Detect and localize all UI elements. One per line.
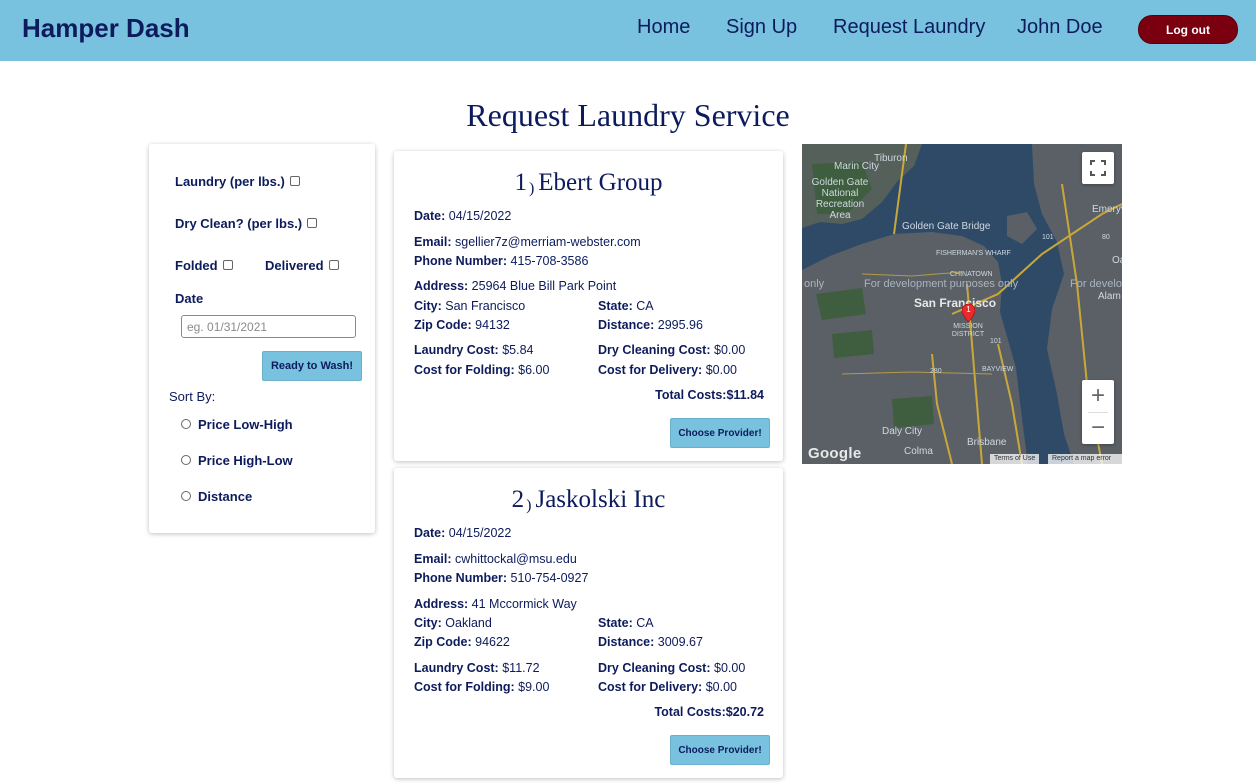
provider-delivery-cost: Cost for Delivery: $0.00 (598, 680, 737, 694)
map-dev-watermark: For development purposes only (864, 278, 1019, 290)
map-place-label: FISHERMAN'S WHARF (936, 250, 1011, 257)
map-dev-watermark: For develo (1070, 278, 1122, 290)
map-place-label: Oa (1112, 255, 1122, 266)
map-place-label: Marin City (834, 161, 880, 172)
nav-sign-up[interactable]: Sign Up (726, 16, 797, 39)
sort-price-low-high-label: Price Low-High (198, 417, 293, 432)
provider-state: State: CA (598, 616, 654, 630)
provider-folding-cost: Cost for Folding: $6.00 (414, 363, 550, 377)
navbar: Hamper Dash Home Sign Up Request Laundry… (0, 0, 1256, 61)
highway-shield: 101 (1042, 234, 1054, 241)
map-city-label: San Francisco (914, 296, 997, 310)
nav-request-laundry[interactable]: Request Laundry (833, 16, 985, 39)
provider-folding-cost: Cost for Folding: $9.00 (414, 680, 550, 694)
page-title: Request Laundry Service (466, 97, 790, 133)
provider-number: 2 (511, 486, 525, 513)
fullscreen-icon (1090, 160, 1106, 176)
nav-home[interactable]: Home (637, 16, 690, 39)
delivered-label: Delivered (265, 258, 324, 273)
map-place-label: Golden Gate National Recreation Area (811, 177, 869, 221)
zoom-out-button[interactable]: − (1082, 412, 1114, 444)
provider-total-cost: Total Costs:$11.84 (655, 388, 764, 402)
choose-provider-button[interactable]: Choose Provider! (670, 735, 770, 765)
provider-distance: Distance: 3009.67 (598, 635, 703, 649)
provider-city: City: San Francisco (414, 299, 526, 313)
provider-dry-cleaning-cost: Dry Cleaning Cost: $0.00 (598, 661, 746, 675)
brand-logo[interactable]: Hamper Dash (22, 13, 190, 44)
map-place-label: Emeryv (1092, 204, 1122, 215)
choose-provider-button[interactable]: Choose Provider! (670, 418, 770, 448)
provider-number-paren: ) (526, 497, 532, 514)
map-dev-watermark: only (804, 278, 825, 290)
provider-card: 2) Jaskolski Inc Date: 04/15/2022 Email: … (394, 468, 783, 778)
provider-state: State: CA (598, 299, 654, 313)
sort-price-high-low-radio[interactable] (181, 455, 191, 465)
provider-distance: Distance: 2995.96 (598, 318, 703, 332)
map-place-label: Brisbane (967, 437, 1007, 448)
provider-name: Ebert Group (538, 169, 663, 196)
highway-shield: 80 (1102, 234, 1110, 241)
terms-of-use-link[interactable]: Terms of Use (990, 454, 1040, 464)
dry-clean-checkbox[interactable] (307, 218, 317, 228)
provider-email: Email: cwhittockal@msu.edu (414, 552, 577, 566)
logout-button[interactable]: Log out (1138, 15, 1238, 44)
provider-phone: Phone Number: 510-754-0927 (414, 571, 589, 585)
date-label: Date (175, 291, 204, 306)
sort-price-high-low-label: Price High-Low (198, 453, 293, 468)
dry-clean-label: Dry Clean? (per lbs.) (175, 216, 303, 231)
provider-title: 2) Jaskolski Inc (394, 486, 783, 515)
provider-delivery-cost: Cost for Delivery: $0.00 (598, 363, 737, 377)
google-logo[interactable]: Google (808, 445, 861, 462)
map-place-label: CHINATOWN (950, 271, 993, 278)
sort-distance-label: Distance (198, 489, 253, 504)
sort-by-label: Sort By: (169, 389, 216, 404)
provider-name: Jaskolski Inc (535, 486, 666, 513)
map-place-label: MISSION DISTRICT (951, 323, 985, 338)
folded-label: Folded (175, 258, 218, 273)
map-place-label: Golden Gate Bridge (902, 221, 991, 232)
map-place-label: Daly City (882, 426, 923, 437)
provider-dry-cleaning-cost: Dry Cleaning Cost: $0.00 (598, 343, 746, 357)
provider-laundry-cost: Laundry Cost: $11.72 (414, 661, 540, 675)
map[interactable]: Tiburon Marin City Golden Gate National … (802, 144, 1122, 464)
provider-title: 1) Ebert Group (394, 169, 783, 198)
filter-panel: Laundry (per lbs.) Dry Clean? (per lbs.)… (149, 144, 375, 533)
provider-date: Date: 04/15/2022 (414, 209, 512, 223)
laundry-checkbox[interactable] (290, 176, 300, 186)
map-place-label: BAYVIEW (982, 366, 1014, 373)
provider-total-cost: Total Costs:$20.72 (654, 705, 764, 719)
map-zoom-control: + − (1082, 380, 1114, 444)
nav-user-profile[interactable]: John Doe (1017, 16, 1103, 39)
provider-zip: Zip Code: 94132 (414, 318, 510, 332)
report-map-error-link[interactable]: Report a map error (1048, 454, 1122, 464)
highway-shield: 101 (990, 338, 1002, 345)
date-input[interactable] (181, 315, 356, 338)
highway-shield: 280 (930, 368, 942, 375)
map-marker[interactable]: 1 (961, 303, 976, 323)
delivered-checkbox[interactable] (329, 260, 339, 270)
map-place-label: Colma (904, 446, 933, 457)
map-fullscreen-button[interactable] (1082, 152, 1114, 184)
provider-number-paren: ) (528, 180, 535, 197)
provider-address: Address: 25964 Blue Bill Park Point (414, 279, 617, 293)
provider-address: Address: 41 Mccormick Way (414, 597, 577, 611)
provider-card: 1) Ebert Group Date: 04/15/2022 Email: sg… (394, 151, 783, 461)
zoom-in-button[interactable]: + (1082, 380, 1114, 412)
sort-distance-radio[interactable] (181, 491, 191, 501)
folded-checkbox[interactable] (223, 260, 233, 270)
sort-price-low-high-radio[interactable] (181, 419, 191, 429)
provider-zip: Zip Code: 94622 (414, 635, 510, 649)
provider-date: Date: 04/15/2022 (414, 526, 512, 540)
map-place-label: Alam (1098, 291, 1121, 302)
provider-email: Email: sgellier7z@merriam-webster.com (414, 235, 641, 249)
provider-laundry-cost: Laundry Cost: $5.84 (414, 343, 534, 357)
ready-to-wash-button[interactable]: Ready to Wash! (262, 351, 362, 381)
map-marker-label: 1 (966, 305, 971, 314)
provider-city: City: Oakland (414, 616, 492, 630)
map-place-label: Tiburon (874, 153, 908, 164)
provider-number: 1 (514, 169, 527, 196)
laundry-label: Laundry (per lbs.) (175, 174, 285, 189)
provider-phone: Phone Number: 415-708-3586 (414, 254, 589, 268)
